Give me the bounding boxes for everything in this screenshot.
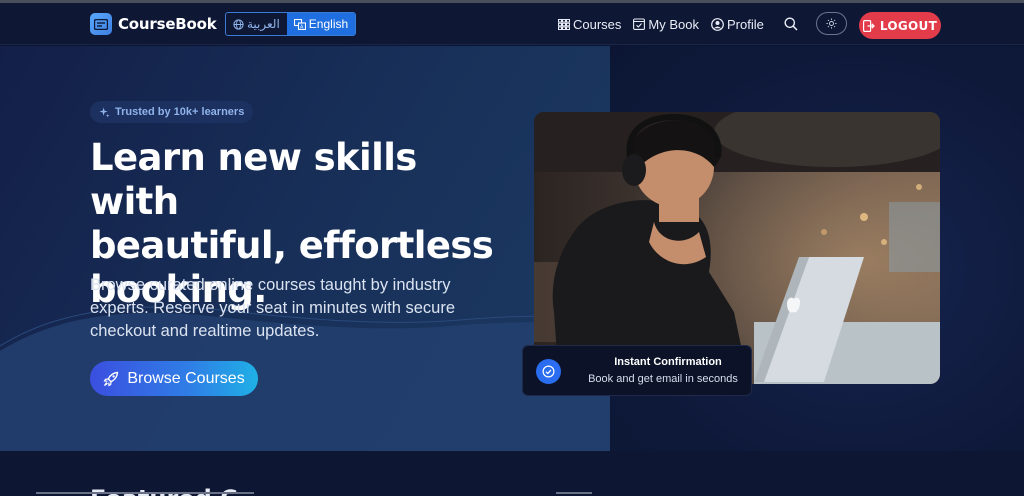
section-divider-right <box>556 492 592 494</box>
brand-name: CourseBook <box>118 15 217 33</box>
nav-profile-link[interactable]: Profile <box>711 17 764 32</box>
hero-image <box>534 112 940 384</box>
lang-arabic-button[interactable]: العربية <box>226 13 287 35</box>
card-icon <box>90 13 112 35</box>
user-circle-icon <box>711 17 724 31</box>
browse-courses-button[interactable]: Browse Courses <box>90 361 258 396</box>
nav-courses-link[interactable]: Courses <box>558 17 621 32</box>
confirm-subtitle: Book and get email in seconds <box>588 373 738 385</box>
nav-mybook-link[interactable]: My Book <box>633 17 699 32</box>
hero-left-panel: Trusted by 10k+ learners Learn new skill… <box>0 46 610 451</box>
lang-english-label: English <box>308 17 349 31</box>
language-switcher: العربية A English <box>225 12 357 36</box>
navbar: CourseBook العربية A English Courses My … <box>0 3 1024 45</box>
logout-label: LOGOUT <box>879 18 938 33</box>
rocket-icon <box>103 371 119 387</box>
search-icon <box>784 17 798 31</box>
headline-line-2: beautiful, effortless <box>90 224 494 267</box>
nav-courses-label: Courses <box>573 16 622 32</box>
hero-subtext: Browse curated online courses taught by … <box>90 276 455 340</box>
search-button[interactable] <box>784 17 800 33</box>
translate-icon: A <box>293 18 306 30</box>
section-divider-left <box>36 492 254 494</box>
browse-courses-label: Browse Courses <box>127 369 245 387</box>
confirm-title: Instant Confirmation <box>614 356 722 368</box>
featured-section-title: Featured C <box>90 485 238 496</box>
student-laptop-illustration <box>534 112 940 384</box>
grid-icon <box>558 18 570 30</box>
globe-icon <box>233 18 244 30</box>
brand-link[interactable]: CourseBook <box>90 12 217 36</box>
hero-section: Trusted by 10k+ learners Learn new skill… <box>0 46 1024 451</box>
nav-links: Courses My Book Profile <box>558 14 776 34</box>
logout-button[interactable]: LOGOUT <box>859 12 941 39</box>
theme-toggle[interactable] <box>816 12 847 35</box>
featured-section-clip: Featured C <box>0 451 1024 496</box>
lang-english-button[interactable]: A English <box>286 13 356 35</box>
sun-icon <box>826 18 837 29</box>
nav-profile-label: Profile <box>727 16 764 32</box>
logout-icon <box>862 19 875 32</box>
trust-badge: Trusted by 10k+ learners <box>90 101 254 123</box>
sparkle-icon <box>99 106 110 118</box>
lang-arabic-label: العربية <box>247 17 280 31</box>
book-check-icon <box>633 18 646 30</box>
trust-badge-label: Trusted by 10k+ learners <box>115 106 245 118</box>
headline-line-1: Learn new skills with <box>90 136 417 223</box>
instant-confirmation-card: Instant Confirmation Book and get email … <box>522 345 752 396</box>
svg-text:A: A <box>300 24 304 30</box>
nav-mybook-label: My Book <box>648 16 699 32</box>
